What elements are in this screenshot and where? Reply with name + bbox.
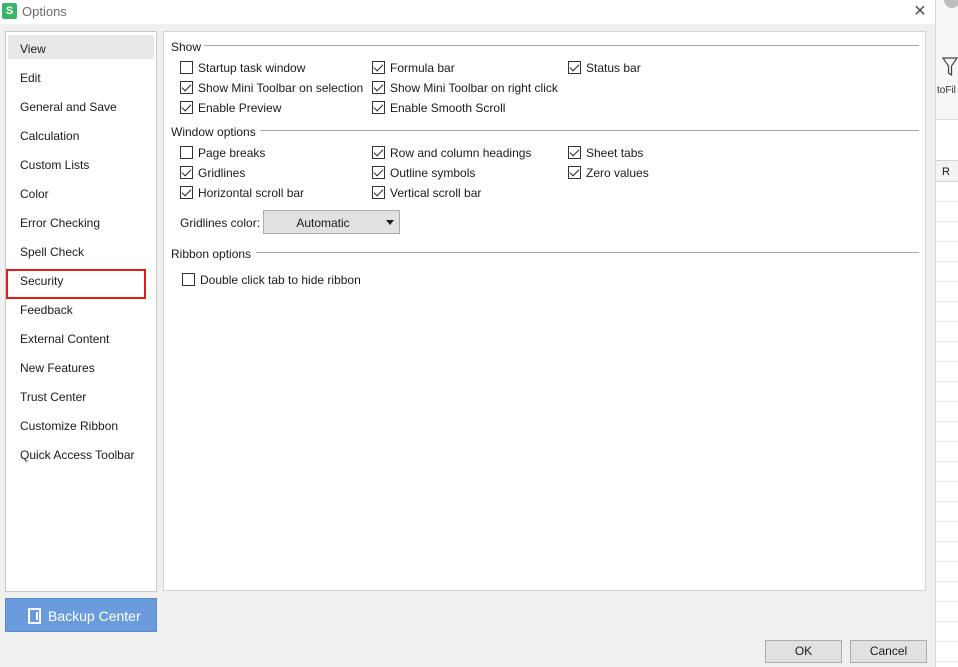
nav-item-color[interactable]: Color xyxy=(8,180,154,204)
checkbox-box xyxy=(372,101,385,114)
checkbox-box xyxy=(182,273,195,286)
checkbox-box xyxy=(180,186,193,199)
checkbox-label: Horizontal scroll bar xyxy=(198,186,305,200)
checkbox-box xyxy=(372,61,385,74)
nav-item-new-features[interactable]: New Features xyxy=(8,354,154,378)
checkbox-label: Vertical scroll bar xyxy=(390,186,482,200)
ribbon-options-section-rule xyxy=(256,252,919,253)
checkbox-label: Gridlines xyxy=(198,166,246,180)
nav-item-spell-check[interactable]: Spell Check xyxy=(8,238,154,262)
filter-label: toFil xyxy=(937,85,956,96)
options-panel: Show Startup task window Formula bar Sta… xyxy=(163,31,926,591)
checkbox-label: Startup task window xyxy=(198,61,306,75)
checkbox-box xyxy=(568,146,581,159)
checkbox-box xyxy=(372,186,385,199)
nav-item-calculation[interactable]: Calculation xyxy=(8,122,154,146)
window-options-section-rule xyxy=(260,130,919,131)
checkbox-label: Enable Smooth Scroll xyxy=(390,101,506,115)
show-section-title: Show xyxy=(171,40,205,54)
backup-icon xyxy=(28,608,41,624)
window-title: Options xyxy=(22,4,67,19)
checkbox-box xyxy=(180,101,193,114)
gridlines-color-dropdown[interactable]: Automatic xyxy=(263,210,400,234)
checkbox-label: Double click tab to hide ribbon xyxy=(200,273,361,287)
nav-item-custom-lists[interactable]: Custom Lists xyxy=(8,151,154,175)
gridlines-color-value: Automatic xyxy=(296,216,350,230)
checkbox-label: Row and column headings xyxy=(390,146,532,160)
checkbox-box xyxy=(180,146,193,159)
checkbox-label: Zero values xyxy=(586,166,649,180)
nav-item-view[interactable]: View xyxy=(8,35,154,59)
checkbox-label: Show Mini Toolbar on right click xyxy=(390,81,558,95)
options-dialog: S Options ✕ View Edit General and Save C… xyxy=(0,0,935,667)
checkbox-label: Outline symbols xyxy=(390,166,476,180)
checkbox-box xyxy=(372,166,385,179)
sheet-grid xyxy=(936,182,958,667)
nav-item-error-checking[interactable]: Error Checking xyxy=(8,209,154,233)
backup-center-button[interactable]: Backup Center xyxy=(5,598,157,632)
checkbox-box xyxy=(180,81,193,94)
title-bar: S Options ✕ xyxy=(0,0,935,24)
nav-item-quick-access-toolbar[interactable]: Quick Access Toolbar xyxy=(8,441,154,465)
checkbox-box xyxy=(568,61,581,74)
close-icon: ✕ xyxy=(913,3,927,20)
checkbox-label: Enable Preview xyxy=(198,101,282,115)
ribbon-options-section-title: Ribbon options xyxy=(171,247,255,261)
checkbox-label: Status bar xyxy=(586,61,641,75)
checkbox-label: Show Mini Toolbar on selection xyxy=(198,81,364,95)
checkbox-box xyxy=(180,61,193,74)
background-ribbon: toFil xyxy=(936,0,958,120)
checkbox-box xyxy=(372,146,385,159)
options-nav: View Edit General and Save Calculation C… xyxy=(5,31,157,592)
checkbox-box xyxy=(180,166,193,179)
checkbox-box xyxy=(372,81,385,94)
backup-center-label: Backup Center xyxy=(48,608,141,624)
close-button[interactable]: ✕ xyxy=(910,3,930,21)
nav-item-external-content[interactable]: External Content xyxy=(8,325,154,349)
nav-item-customize-ribbon[interactable]: Customize Ribbon xyxy=(8,412,154,436)
show-section-rule xyxy=(202,45,919,46)
caret-down-icon xyxy=(386,220,394,225)
nav-item-edit[interactable]: Edit xyxy=(8,64,154,88)
app-icon: S xyxy=(2,3,17,19)
nav-item-feedback[interactable]: Feedback xyxy=(8,296,154,320)
nav-item-trust-center[interactable]: Trust Center xyxy=(8,383,154,407)
checkbox-label: Page breaks xyxy=(198,146,266,160)
nav-item-security[interactable]: Security xyxy=(8,267,154,291)
nav-item-general-and-save[interactable]: General and Save xyxy=(8,93,154,117)
window-options-section-title: Window options xyxy=(171,125,259,139)
column-header: R xyxy=(936,160,958,182)
cancel-button[interactable]: Cancel xyxy=(850,640,927,663)
checkbox-box xyxy=(568,166,581,179)
gridlines-color-label: Gridlines color: xyxy=(180,216,261,230)
ok-button[interactable]: OK xyxy=(765,640,842,663)
checkbox-label: Formula bar xyxy=(390,61,455,75)
checkbox-label: Sheet tabs xyxy=(586,146,644,160)
filter-icon xyxy=(942,57,958,77)
user-avatar xyxy=(944,0,958,8)
background-spreadsheet: toFil R xyxy=(935,0,958,667)
